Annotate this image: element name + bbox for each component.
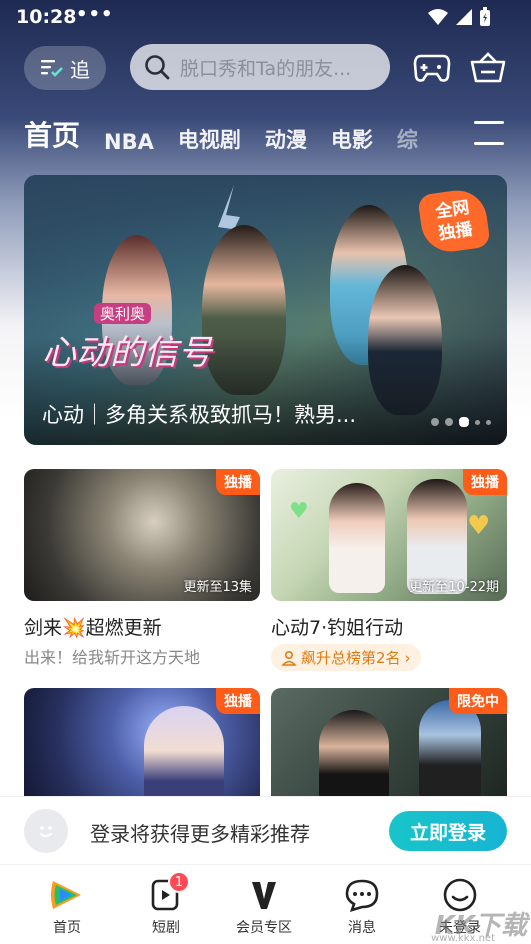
pager-dot [475, 419, 480, 425]
tencent-video-logo-icon [47, 877, 87, 913]
video-card[interactable]: 限免中 [271, 688, 507, 798]
free-limited-tag: 限免中 [449, 688, 507, 714]
battery-icon [480, 7, 490, 26]
bottom-tab-bar: 首页 1 短剧 会员专区 消息 未登录 KK下载 www.kkx.net [0, 864, 531, 944]
search-icon [145, 55, 170, 80]
heart-icon: ♥ [289, 499, 309, 524]
top-bar: 追 脱口秀和Ta的朋友... [0, 44, 531, 92]
pager-dot [486, 419, 491, 425]
tab-movies[interactable]: 电影 [331, 124, 373, 154]
video-thumbnail: ♥ ♥ 独播 更新至10-22期 [271, 469, 507, 601]
follow-button[interactable]: 追 [24, 46, 106, 90]
heart-icon: ♥ [467, 511, 491, 541]
seal-line: 独播 [437, 219, 474, 245]
tabbar-label: 会员专区 [236, 920, 292, 936]
exclusive-tag: 独播 [463, 469, 507, 495]
watermark-url: www.kkx.net [431, 933, 495, 944]
video-thumbnail: 独播 [24, 688, 260, 798]
status-time: 10:28 [16, 6, 77, 28]
tab-variety[interactable]: 综 [397, 124, 418, 154]
search-box[interactable]: 脱口秀和Ta的朋友... [130, 44, 390, 90]
login-prompt-text: 登录将获得更多精彩推荐 [90, 822, 310, 846]
pager-dot [431, 418, 439, 426]
video-thumbnail: 独播 更新至13集 [24, 469, 260, 601]
video-thumbnail: 限免中 [271, 688, 507, 798]
short-drama-icon: 1 [146, 871, 190, 913]
search-placeholder: 脱口秀和Ta的朋友... [180, 57, 352, 80]
tab-anime[interactable]: 动漫 [265, 124, 307, 154]
tab-home[interactable]: 首页 [24, 114, 80, 154]
list-check-icon [41, 60, 63, 77]
thumbnail-person [319, 710, 389, 798]
card-subtitle: 出来！给我斩开这方天地 [24, 648, 201, 667]
avatar [24, 809, 68, 853]
person-rank-icon [281, 650, 297, 666]
pager-dot [445, 418, 453, 426]
rank-badge[interactable]: 飙升总榜第2名 › [271, 644, 421, 671]
update-status: 更新至10-22期 [409, 580, 499, 595]
vip-v-icon [244, 877, 284, 913]
game-button[interactable] [412, 48, 452, 88]
card-title: 剑来💥超燃更新 [24, 617, 162, 639]
tabbar-label: 短剧 [152, 920, 180, 936]
shopping-basket-icon [470, 52, 506, 83]
tab-nba[interactable]: NBA [104, 130, 154, 154]
banner-pager [431, 417, 491, 427]
category-tabs: 首页 NBA 电视剧 动漫 电影 综 [24, 110, 464, 154]
show-logo-sponsor: 奥利奥 [94, 303, 152, 324]
gamepad-icon [413, 54, 451, 82]
tabbar-item-home[interactable]: 首页 [27, 877, 107, 937]
follow-label: 追 [70, 57, 90, 82]
notification-dots: ••• [76, 4, 114, 25]
rank-text: 飙升总榜第2名 [301, 649, 401, 667]
tabbar-item-short-drama[interactable]: 1 短剧 [126, 871, 206, 937]
menu-icon[interactable] [472, 118, 506, 148]
thumbnail-person [144, 706, 224, 798]
notification-badge: 1 [168, 871, 190, 893]
update-status: 更新至13集 [183, 580, 252, 595]
tabbar-item-messages[interactable]: 消息 [322, 877, 402, 937]
login-prompt-bar: 登录将获得更多精彩推荐 立即登录 [0, 796, 531, 864]
show-logo: 心动的信号 [42, 333, 212, 373]
signal-icon [456, 9, 472, 25]
status-bar: 10:28 ••• [0, 0, 531, 36]
system-icons [427, 7, 491, 27]
video-card[interactable]: ♥ ♥ 独播 更新至10-22期 心动7·钓姐行动 飙升总榜第2名 › [271, 469, 507, 671]
tab-tv-series[interactable]: 电视剧 [178, 124, 241, 154]
tabbar-label: 首页 [53, 920, 81, 936]
video-card[interactable]: 独播 [24, 688, 260, 798]
hero-banner[interactable]: 奥利奥 心动的信号 全网 独播 心动｜多角关系极致抓马！熟男... [24, 175, 507, 445]
chevron-right-icon: › [404, 648, 411, 667]
smiley-face-icon [40, 826, 52, 837]
card-title: 心动7·钓姐行动 [271, 617, 404, 639]
tabbar-item-vip[interactable]: 会员专区 [224, 877, 304, 937]
exclusive-tag: 独播 [216, 688, 260, 714]
video-card[interactable]: 独播 更新至13集 剑来💥超燃更新 出来！给我斩开这方天地 [24, 469, 260, 668]
thumbnail-person [329, 483, 385, 593]
login-button[interactable]: 立即登录 [389, 811, 507, 851]
wifi-icon [428, 9, 448, 25]
exclusive-tag: 独播 [216, 469, 260, 495]
message-icon [342, 877, 382, 913]
pager-dot-active [459, 417, 469, 427]
tabbar-label: 消息 [348, 920, 376, 936]
banner-caption: 心动｜多角关系极致抓马！熟男... [42, 403, 357, 427]
thumbnail-person [419, 700, 481, 798]
shop-button[interactable] [468, 48, 508, 88]
